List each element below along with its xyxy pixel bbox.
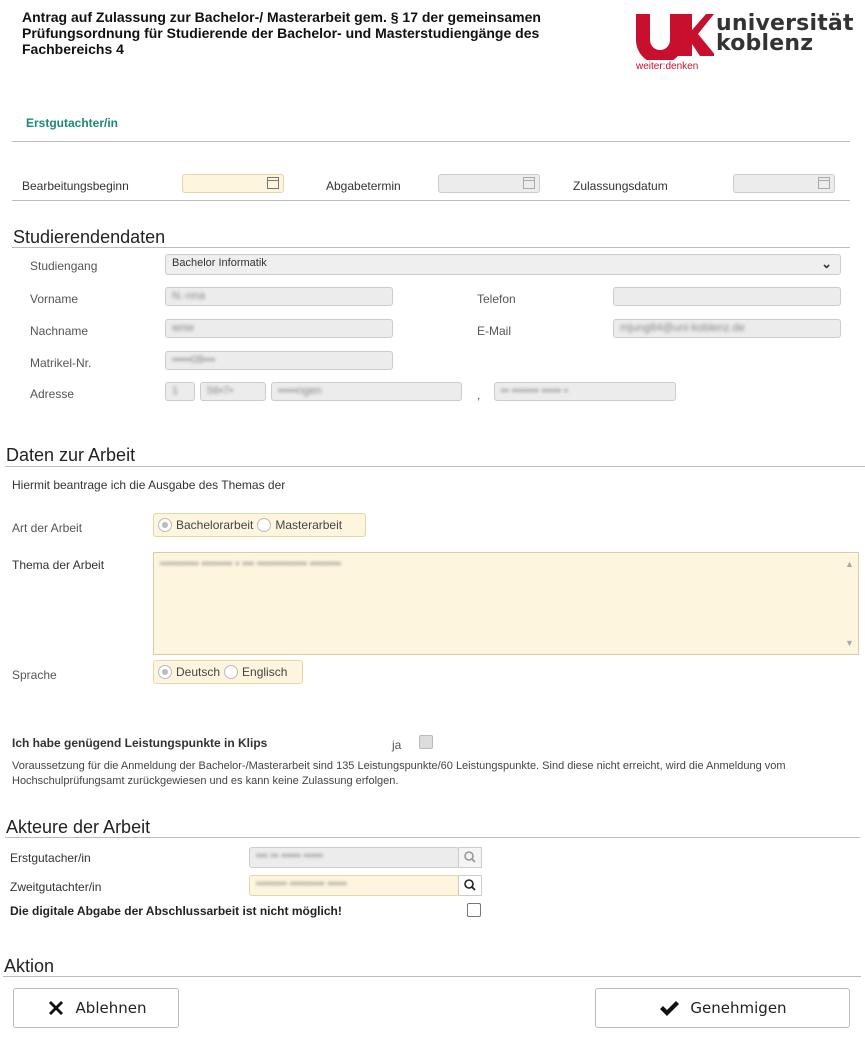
divider [12,200,850,201]
logo-line2: koblenz [716,31,814,56]
textarea-scrollbar[interactable]: ▲ ▼ [841,553,858,654]
erstgutachter-search-button [458,847,482,868]
scroll-up-icon[interactable]: ▲ [845,559,854,569]
zweitgutachter-label: Zweitgutachter/in [10,880,102,894]
vorname-field: N.-nna [165,287,393,306]
englisch-radio[interactable] [224,665,239,679]
role-label: Erstgutachter/in [26,116,119,130]
adresse-plz-field: 56•7• [200,382,266,401]
zweitgutachter-field[interactable]: •••••••• ••••••••• ••••• [249,875,459,896]
deutsch-label: Deutsch [176,665,221,679]
university-logo: universität koblenz weiter:denken [634,10,854,72]
reject-button-label: Ablehnen [75,999,147,1017]
sprache-label: Sprache [12,668,57,682]
thema-label: Thema der Arbeit [12,558,105,572]
bachelorarbeit-label: Bachelorarbeit [176,518,254,532]
zulassungsdatum-input [733,174,835,193]
scroll-down-icon[interactable]: ▼ [845,638,854,648]
divider [5,837,860,838]
section-studierendendaten: Studierendendaten [13,227,166,247]
art-radio-group: Bachelorarbeit Masterarbeit [153,513,366,537]
leistungspunkte-checkbox[interactable] [419,735,433,749]
zweitgutachter-search-button[interactable] [458,875,482,896]
nachname-field: wnw [165,319,393,338]
digitale-abgabe-label: Die digitale Abgabe der Abschlussarbeit … [10,904,342,918]
deutsch-radio[interactable] [158,665,172,679]
studiengang-label: Studiengang [30,259,98,273]
erstgutachter-label: Erstgutacher/in [10,851,91,865]
art-label: Art der Arbeit [12,521,83,535]
thema-textarea[interactable]: •••••••••• •••••••• • ••• ••••••••••••• … [153,552,859,655]
telefon-field [613,287,841,306]
checkmark-icon [660,1001,680,1016]
vorname-label: Vorname [30,292,79,306]
approve-button[interactable]: Genehmigen [595,988,850,1028]
close-icon [48,1001,63,1015]
abgabetermin-input [438,174,540,193]
abgabetermin-label: Abgabetermin [326,179,401,193]
section-aktion: Aktion [4,956,55,976]
form-title: Antrag auf Zulassung zur Bachelor-/ Mast… [22,9,541,57]
sprache-radio-group: Deutsch Englisch [153,660,303,684]
studiengang-select[interactable]: Bachelor Informatik ⌄ [165,254,841,275]
matrikel-field: •••••08••• [165,351,393,370]
bearbeitungsbeginn-input[interactable] [182,174,284,193]
telefon-label: Telefon [477,292,516,306]
englisch-label: Englisch [242,665,288,679]
section-akteure: Akteure der Arbeit [6,817,151,837]
nachname-label: Nachname [30,324,89,338]
email-label: E-Mail [477,324,512,338]
search-icon [464,879,476,891]
erstgutachter-field: ••• •• ••••• ••••• [249,847,459,868]
calendar-icon [523,177,535,189]
thema-value: •••••••••• •••••••• • ••• ••••••••••••• … [160,558,341,570]
adresse-ort-field: •••••ngen [271,382,462,401]
leistungspunkte-ja-label: ja [392,738,402,752]
bearbeitungsbeginn-label: Bearbeitungsbeginn [22,179,129,193]
uk-logo-icon [636,14,714,60]
digitale-abgabe-checkbox[interactable] [467,903,481,917]
zulassungsdatum-label: Zulassungsdatum [573,179,668,193]
adresse-separator: , [477,388,481,402]
masterarbeit-radio[interactable] [257,518,272,532]
divider [12,247,850,248]
adresse-label: Adresse [30,387,75,401]
reject-button[interactable]: Ablehnen [13,988,179,1028]
masterarbeit-label: Masterarbeit [275,518,343,532]
section-daten-zur-arbeit: Daten zur Arbeit [6,445,136,465]
adresse-strasse-field: •• ••••••• ••••• • [494,382,676,401]
bachelorarbeit-radio[interactable] [158,518,172,532]
divider [5,466,865,467]
adresse-nr-field: 1 [165,382,195,401]
divider [3,976,861,977]
leistungspunkte-label: Ich habe genügend Leistungspunkte in Kli… [12,736,268,750]
intro-text: Hiermit beantrage ich die Ausgabe des Th… [12,478,286,492]
calendar-icon [818,177,830,189]
chevron-down-icon: ⌄ [821,256,832,271]
matrikel-label: Matrikel-Nr. [30,356,92,370]
approve-button-label: Genehmigen [690,999,787,1017]
divider [12,141,850,142]
calendar-icon[interactable] [267,177,279,189]
email-field: mjung84@uni-koblenz.de [613,319,841,338]
search-icon [464,851,476,863]
logo-tagline: weiter:denken [636,61,699,72]
leistungspunkte-note: Voraussetzung für die Anmeldung der Bach… [12,760,786,787]
